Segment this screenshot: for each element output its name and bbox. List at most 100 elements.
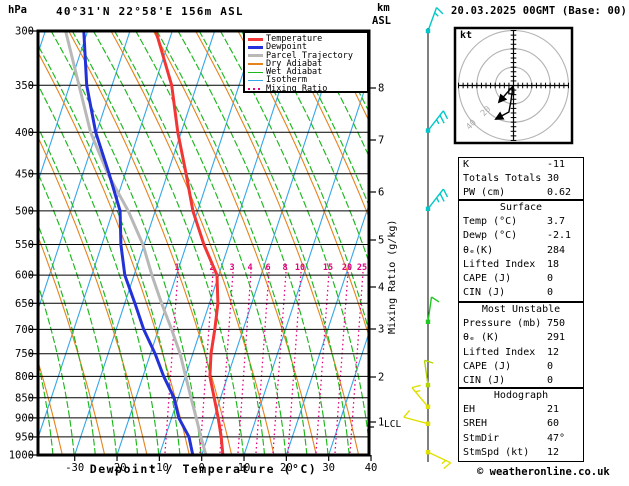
km-tick-label: 2 (378, 372, 384, 384)
table-row-label: Temp (°C) (463, 216, 518, 228)
table-row-label: Lifted Index (463, 258, 536, 270)
wind-barb (403, 409, 431, 426)
mixing-ratio-lines (164, 271, 364, 454)
mixing-ratio-label: 1 (174, 263, 179, 273)
table-row-value: 0 (547, 374, 554, 386)
table-row: CIN (J) 0 (459, 286, 583, 300)
hodograph-unit-label: kt (460, 30, 473, 41)
mixing-ratio-label: 10 (295, 263, 305, 273)
table-row-value: -2.1 (547, 230, 572, 242)
pressure-tick-label: 600 (15, 270, 34, 282)
table-row: Lifted Index 18 (459, 258, 583, 272)
lcl-label: LCL (384, 419, 402, 430)
table-row: StmSpd (kt) 12 (459, 446, 583, 460)
temp-axis-label: Dewpoint / Temperature (°C) (89, 462, 318, 476)
table-row: SREH 60 (459, 417, 583, 431)
pressure-tick-label: 650 (15, 298, 34, 310)
table-row: Pressure (mb) 750 (459, 317, 583, 331)
km-tick-label: 7 (378, 135, 384, 147)
pressure-tick-label: 800 (15, 371, 34, 383)
table-row-label: CAPE (J) (463, 360, 512, 372)
table-row: θₑ (K) 291 (459, 331, 583, 345)
km-tick-label: 5 (378, 235, 384, 247)
pressure-gridlines (38, 84, 369, 438)
table-row-value: 284 (547, 244, 566, 256)
mixing-ratio-label: 3 (229, 263, 234, 273)
copyright: © weatheronline.co.uk (477, 466, 610, 478)
wind-barb (425, 449, 452, 470)
pressure-tick-label: 300 (15, 26, 34, 38)
wind-barb (425, 110, 449, 133)
table-section: K -11 Totals Totals 30 PW (cm) 0.62 (458, 157, 584, 200)
table-row: CIN (J) 0 (459, 374, 583, 388)
table-row-value: 12 (547, 346, 560, 358)
table-row-value: 291 (547, 332, 566, 344)
table-row-label: CIN (J) (463, 374, 506, 386)
table-row-value: 60 (547, 418, 560, 430)
pressure-tick-label: 350 (15, 80, 34, 92)
table-row-label: StmSpd (kt) (463, 446, 530, 458)
table-row-label: EH (463, 404, 476, 416)
table-section-surface: Surface Temp (°C) 3.7 Dewp (°C) -2.1 θₑ(K) 284… (458, 200, 584, 302)
table-row-label: CAPE (J) (463, 272, 512, 284)
legend-swatch-temperature (248, 37, 263, 41)
table-row-value: 0 (547, 360, 554, 372)
table-row: StmDir 47° (459, 432, 583, 446)
km-tick-label: 6 (378, 187, 384, 199)
table-section-header: Hodograph (493, 390, 549, 401)
table-row-value: 750 (547, 318, 566, 330)
table-row: PW (cm) 0.62 (459, 186, 583, 200)
table-row-value: 3.7 (547, 216, 566, 228)
mixing-ratio-label: 20 (342, 263, 352, 273)
mixing-ratio-label: 4 (247, 263, 252, 273)
table-row-label: θₑ(K) (463, 244, 494, 256)
table-row-label: CIN (J) (463, 287, 506, 299)
table-row: K -11 (459, 158, 583, 172)
legend-item: Mixing Ratio (248, 85, 367, 93)
table-row: Temp (°C) 3.7 (459, 215, 583, 229)
wind-barb (425, 188, 449, 211)
table-row: Lifted Index 12 (459, 346, 583, 360)
table-row-value: 47° (547, 432, 566, 444)
wind-barb (425, 7, 444, 34)
mixing-ratio-axis-label: Mixing Ratio (g/kg) (387, 219, 398, 334)
table-row: θₑ(K) 284 (459, 244, 583, 258)
wind-barb (411, 384, 431, 409)
table-row: CAPE (J) 0 (459, 272, 583, 286)
table-row-label: K (463, 159, 470, 170)
km-axis: 87654321 (369, 83, 384, 429)
legend-swatch-dewpoint (248, 45, 263, 49)
table-row-label: Dewp (°C) (463, 230, 518, 242)
table-section-header: Most Unstable (481, 304, 561, 315)
pressure-tick-label: 400 (15, 127, 34, 139)
isotherm-lines (39, 32, 368, 454)
legend-swatch-wet-adiabat (248, 71, 263, 73)
pressure-tick-label: 700 (15, 324, 34, 336)
table-row-label: Lifted Index (463, 346, 536, 358)
table-row-value: 18 (547, 258, 560, 270)
table-row-value: 12 (547, 446, 560, 458)
km-tick-label: 3 (378, 324, 384, 336)
wind-barb (423, 359, 434, 388)
table-section-hodograph: Hodograph EH 21 SREH 60 StmDir 47° StmSpd (kt) 1… (458, 388, 584, 462)
mixing-ratio-label: 6 (265, 263, 270, 273)
table-row-value: 30 (547, 173, 560, 185)
wet-adiabat-lines (39, 32, 368, 454)
pressure-tick-label: 1000 (9, 450, 34, 462)
table-row-label: StmDir (463, 432, 500, 444)
hodograph: 2040 (453, 26, 574, 145)
table-row: Dewp (°C) -2.1 (459, 229, 583, 243)
table-row: CAPE (J) 0 (459, 360, 583, 374)
table-row-value: 0 (547, 287, 554, 299)
table-row-label: PW (cm) (463, 187, 506, 199)
pressure-tick-label: 450 (15, 168, 34, 180)
mixing-ratio-labels: 1 2 3 4 6 8 10 15 20 25 (174, 263, 367, 273)
table-row: EH 21 (459, 403, 583, 417)
table-section-most-unstable: Most Unstable Pressure (mb) 750 θₑ (K) 291 Li… (458, 302, 584, 388)
table-row-value: 0 (547, 272, 554, 284)
pressure-tick-label: 950 (15, 431, 34, 443)
pressure-tick-label: 900 (15, 412, 34, 424)
legend-swatch-isotherm (248, 80, 263, 82)
table-section-header: Surface (499, 202, 543, 213)
legend-swatch-parcel-trajectory (248, 54, 263, 58)
